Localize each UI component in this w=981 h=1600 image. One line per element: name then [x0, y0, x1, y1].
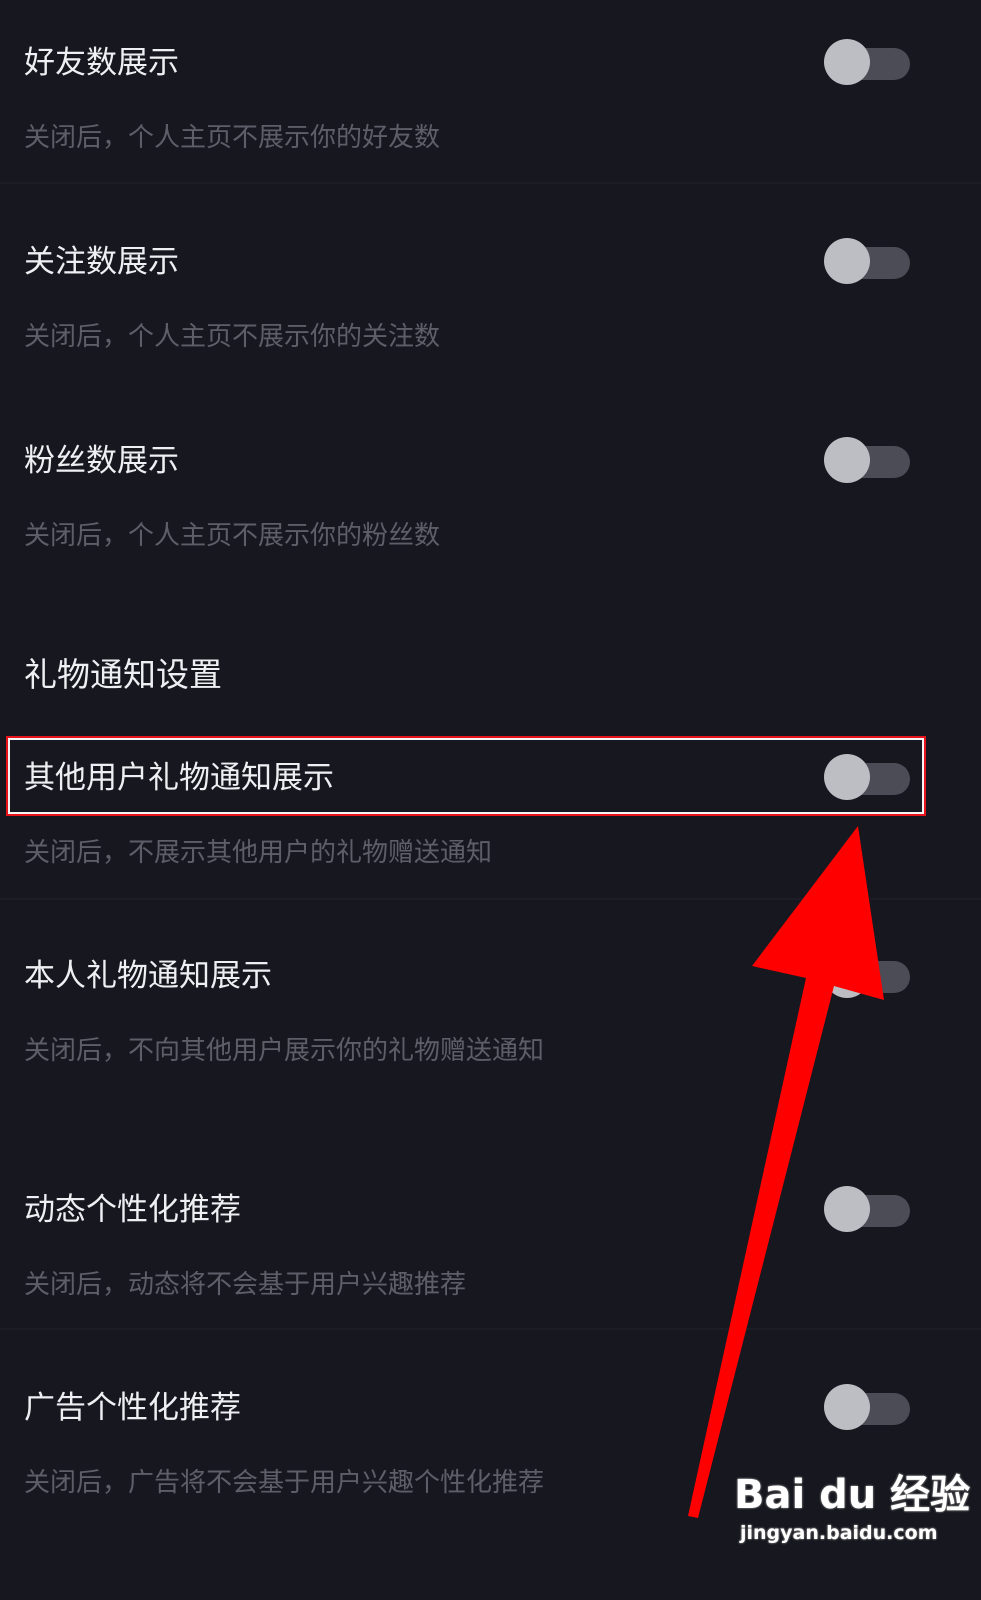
watermark-url: jingyan.baidu.com: [740, 1522, 938, 1544]
baidu-jingyan-watermark: Bai du 经验 jingyan.baidu.com: [734, 1462, 974, 1582]
annotation-arrow-icon: [688, 826, 884, 1518]
arrow-shape: [688, 826, 884, 1518]
settings-page: 好友数展示 关闭后，个人主页不展示你的好友数 关注数展示 关闭后，个人主页不展示…: [0, 0, 981, 1600]
watermark-logo: Bai du 经验: [734, 1472, 971, 1518]
